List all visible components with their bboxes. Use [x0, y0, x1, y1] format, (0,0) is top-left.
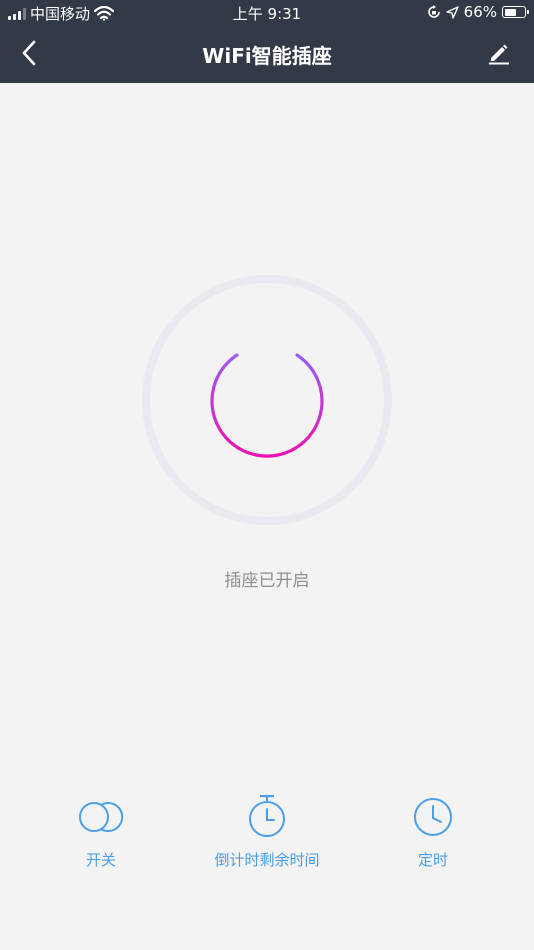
edit-button[interactable]: [484, 38, 514, 68]
location-icon: [445, 5, 459, 19]
navigation-bar: WiFi智能插座: [0, 26, 534, 83]
power-button[interactable]: [205, 338, 329, 462]
schedule-label: 定时: [417, 851, 448, 869]
switch-label: 开关: [85, 851, 116, 869]
status-bar: 中国移动 上午 9:31 66%: [0, 0, 534, 26]
power-icon: [210, 343, 324, 458]
schedule-button[interactable]: 定时: [353, 795, 513, 870]
stopwatch-icon: [249, 795, 285, 837]
countdown-button[interactable]: 倒计时剩余时间: [187, 795, 347, 870]
battery-fill: [504, 8, 517, 16]
countdown-label: 倒计时剩余时间: [214, 851, 320, 869]
rotation-lock-icon: [427, 5, 440, 18]
pencil-icon: [489, 44, 509, 65]
battery-percent: 66%: [463, 3, 497, 21]
toggle-circles-icon: [79, 802, 124, 832]
page-title: WiFi智能插座: [202, 44, 332, 68]
status-right: 66%: [427, 3, 529, 21]
battery-icon: [502, 6, 529, 18]
switch-button[interactable]: 开关: [21, 795, 181, 870]
socket-state-text: 插座已开启: [224, 571, 310, 591]
top-bar: 中国移动 上午 9:31 66% WiFi智能插座: [0, 0, 534, 83]
clock-icon: [414, 798, 452, 836]
battery-cap: [527, 10, 529, 14]
